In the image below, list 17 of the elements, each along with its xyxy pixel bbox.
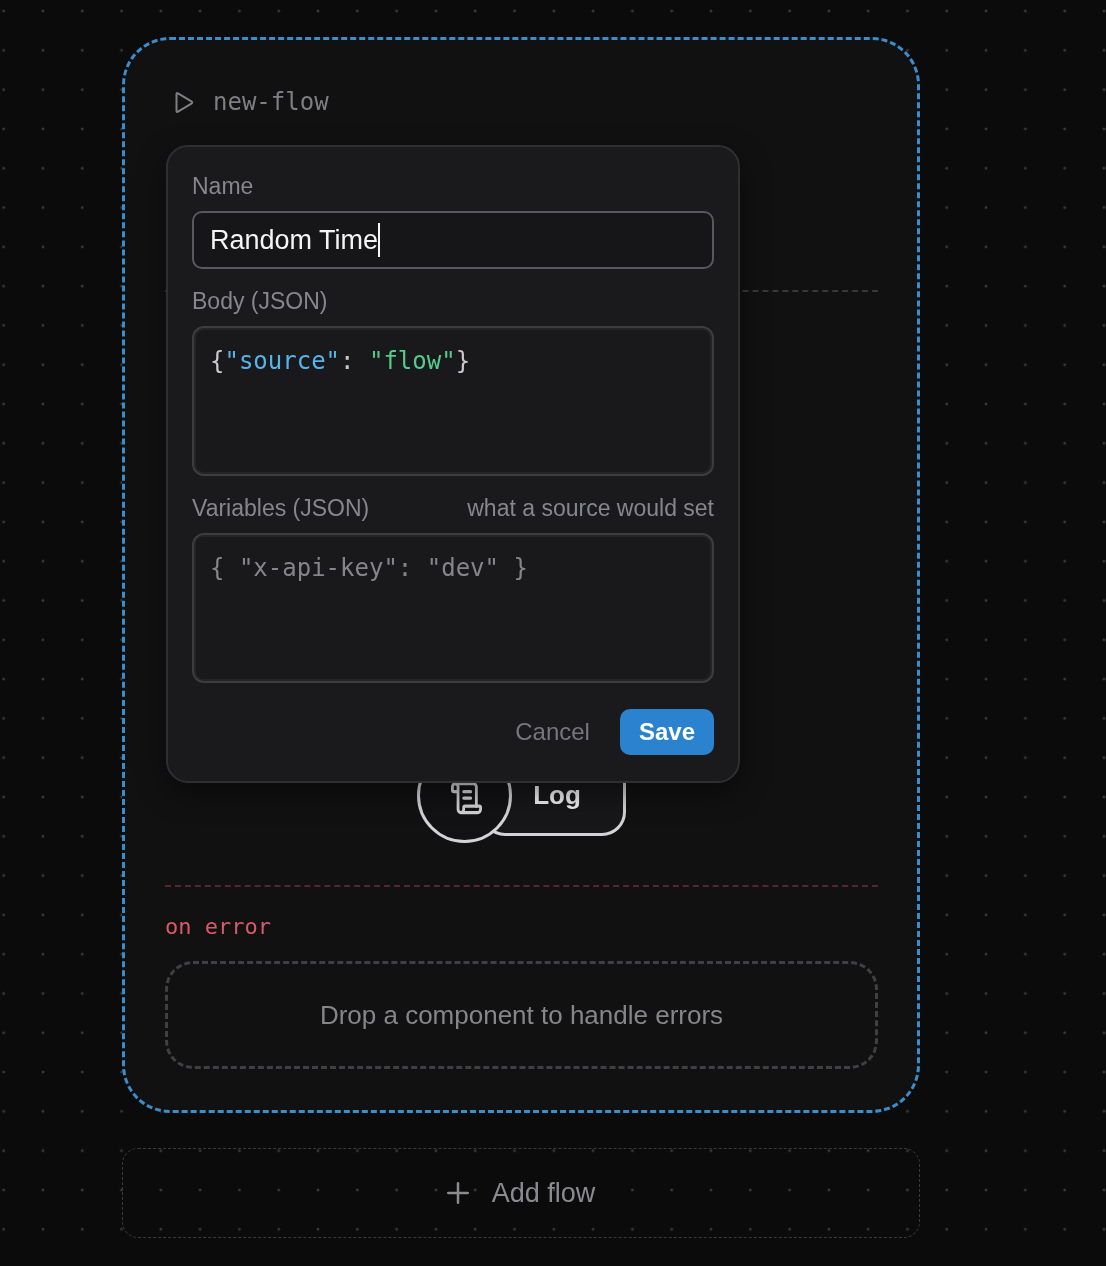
save-button[interactable]: Save xyxy=(619,709,714,755)
field-label: Body (JSON) xyxy=(192,288,328,314)
error-section-label: on error xyxy=(165,914,271,940)
text-cursor-icon xyxy=(378,223,380,257)
flow-name: new-flow xyxy=(213,90,329,114)
error-drop-zone: Drop a component to handle errors xyxy=(165,961,878,1069)
field-label: Name xyxy=(192,173,254,199)
cancel-button[interactable]: Cancel xyxy=(513,709,592,755)
json-editor-field[interactable]: {"source": "flow"} xyxy=(192,326,714,476)
play-icon[interactable] xyxy=(174,90,194,114)
add-flow-button[interactable]: Add flow xyxy=(122,1148,920,1238)
field-label: Variables (JSON) xyxy=(192,495,370,521)
field-hint: what a source would set xyxy=(467,495,714,521)
json-editor-field[interactable]: { "x-api-key": "dev" } xyxy=(192,533,714,683)
text-input[interactable]: Random Time xyxy=(192,211,714,269)
plus-icon xyxy=(446,1182,469,1204)
scroll-icon xyxy=(451,781,483,815)
